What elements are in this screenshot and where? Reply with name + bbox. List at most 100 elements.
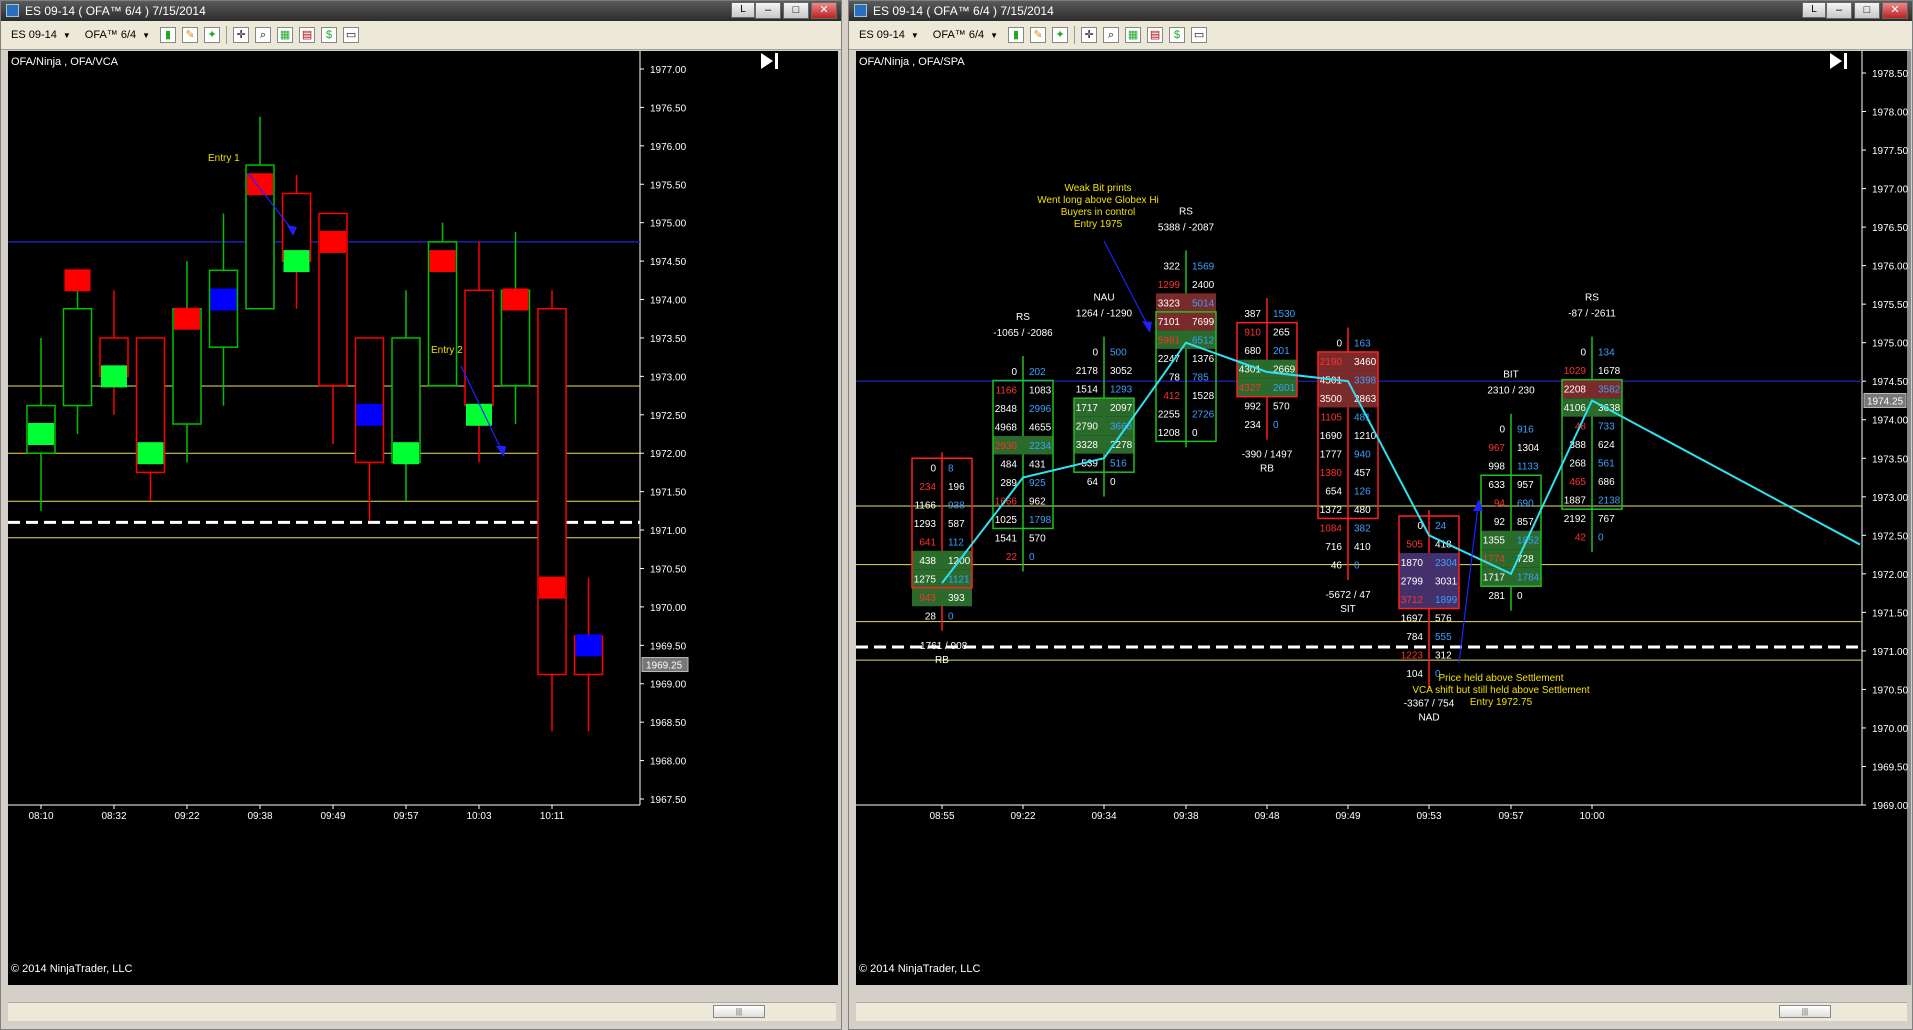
bar-type-icon[interactable]: ▮ <box>160 27 177 43</box>
ask-volume: 431 <box>1029 459 1046 470</box>
right-chart-panel[interactable]: 1978.50 1978.00 1977.50 1977.00 1976.50 1976.… <box>856 51 1911 985</box>
ask-volume: 0 <box>1354 560 1360 571</box>
time-tick-label: 10:11 <box>540 811 565 822</box>
price-tick-label: 1968.50 <box>650 718 687 729</box>
close-icon[interactable]: ✕ <box>811 2 837 19</box>
current-price-label: 1969.25 <box>646 661 683 672</box>
price-tick-label: 1978.00 <box>1872 108 1909 119</box>
draw-tools-icon[interactable]: ✦ <box>1052 27 1069 43</box>
bid-volume: 654 <box>1325 486 1342 497</box>
ask-volume: 555 <box>1435 632 1452 643</box>
strategies-icon[interactable]: ▤ <box>1147 27 1164 43</box>
bar-signal-label: RB <box>935 655 949 666</box>
maximize-icon[interactable]: □ <box>1854 2 1880 19</box>
data-box-icon[interactable]: ▭ <box>1191 27 1208 43</box>
ask-volume: 0 <box>1598 533 1604 544</box>
strategies-icon[interactable]: ▤ <box>299 27 316 43</box>
bid-volume: 2930 <box>995 441 1018 452</box>
properties-icon[interactable]: $ <box>321 27 338 43</box>
bar-delta-label: -1761 / 908 <box>917 641 968 652</box>
ask-volume: 3031 <box>1435 577 1458 588</box>
scrollbar-thumb[interactable]: ||| <box>713 1005 765 1018</box>
bid-volume: 2790 <box>1076 422 1099 433</box>
price-tick-label: 1972.50 <box>650 411 687 422</box>
draw-tools-icon[interactable]: ✦ <box>204 27 221 43</box>
left-price-chart: 1977.00 1976.50 1976.00 1975.50 1975.00 1974.… <box>8 51 689 822</box>
ask-volume: 1376 <box>1192 354 1215 365</box>
link-button[interactable]: L <box>1802 2 1826 18</box>
ask-volume: 733 <box>1598 422 1615 433</box>
price-tick-label: 1970.50 <box>1872 685 1909 696</box>
ask-volume: 686 <box>1598 477 1615 488</box>
minimize-icon[interactable]: – <box>1826 2 1852 19</box>
ask-volume: 1121 <box>948 574 970 585</box>
candle-body <box>537 307 567 676</box>
properties-icon[interactable]: $ <box>1169 27 1186 43</box>
ask-volume: 112 <box>948 537 964 548</box>
price-tick-label: 1969.00 <box>650 680 687 691</box>
ask-volume: 7699 <box>1192 317 1215 328</box>
link-button[interactable]: L <box>731 2 755 18</box>
vca-marker <box>502 288 529 311</box>
bar-signal-label: SIT <box>1340 604 1356 615</box>
ask-volume: 5014 <box>1192 298 1215 309</box>
ask-volume: 3460 <box>1354 357 1377 368</box>
bar-type-icon[interactable]: ▮ <box>1008 27 1025 43</box>
ask-volume: 8 <box>948 463 954 474</box>
ask-volume: 2304 <box>1435 558 1458 569</box>
vca-marker <box>101 365 127 388</box>
scroll-to-end-icon[interactable] <box>759 51 781 71</box>
ask-volume: 0 <box>948 611 954 622</box>
price-tick-label: 1971.00 <box>650 526 687 537</box>
maximize-icon[interactable]: □ <box>783 2 809 19</box>
bid-volume: 5981 <box>1158 335 1181 346</box>
bid-volume: 1166 <box>995 385 1017 396</box>
instrument-selector[interactable]: ES 09-14 ▼ <box>855 26 923 44</box>
ask-volume: 0 <box>1192 428 1198 439</box>
bid-volume: 7101 <box>1158 317 1181 328</box>
bar-delta-label: 5388 / -2087 <box>1158 222 1215 233</box>
right-horizontal-scrollbar[interactable]: ||| <box>856 1002 1907 1021</box>
crosshair-icon[interactable]: ✛ <box>233 27 250 43</box>
ask-volume: 201 <box>1273 346 1290 357</box>
ask-volume: 0 <box>1517 591 1523 602</box>
right-title-bar[interactable]: ES 09-14 ( OFA™ 6/4 ) 7/15/2014 L – □ ✕ <box>849 1 1912 21</box>
bar-signal-label: NAU <box>1093 293 1114 304</box>
settlement-note: VCA shift but still held above Settlemen… <box>1412 685 1590 696</box>
time-tick-label: 08:55 <box>929 811 954 822</box>
vca-marker <box>539 576 565 599</box>
data-box-icon[interactable]: ▭ <box>343 27 360 43</box>
ask-volume: 2726 <box>1192 409 1215 420</box>
indicators-icon[interactable]: ▦ <box>277 27 294 43</box>
left-chart-panel[interactable]: 1977.00 1976.50 1976.00 1975.50 1975.00 1974.… <box>8 51 838 985</box>
chevron-down-icon: ▼ <box>142 31 151 40</box>
close-icon[interactable]: ✕ <box>1882 2 1908 19</box>
instrument-selector[interactable]: ES 09-14 ▼ <box>7 26 75 44</box>
scrollbar-thumb[interactable]: ||| <box>1779 1005 1831 1018</box>
left-horizontal-scrollbar[interactable]: ||| <box>8 1002 836 1021</box>
zoom-icon[interactable]: ⌕ <box>1103 27 1120 43</box>
left-chart-window: ES 09-14 ( OFA™ 6/4 ) 7/15/2014 L – □ ✕ … <box>0 0 842 1030</box>
indicators-icon[interactable]: ▦ <box>1125 27 1142 43</box>
ask-volume: 2234 <box>1029 441 1052 452</box>
candle-body <box>464 289 494 407</box>
period-selector[interactable]: OFA™ 6/4 ▼ <box>929 26 1002 44</box>
crosshair-icon[interactable]: ✛ <box>1081 27 1098 43</box>
left-title-bar[interactable]: ES 09-14 ( OFA™ 6/4 ) 7/15/2014 L – □ ✕ <box>1 1 841 21</box>
ask-volume: 4655 <box>1029 422 1052 433</box>
period-selector[interactable]: OFA™ 6/4 ▼ <box>81 26 154 44</box>
weak-bit-note: Went long above Globex Hi <box>1037 195 1159 206</box>
ask-volume: 938 <box>948 500 965 511</box>
scroll-to-end-icon[interactable] <box>1828 51 1850 71</box>
ask-volume: 690 <box>1517 499 1534 510</box>
drawing-pencil-icon[interactable]: ✎ <box>1030 27 1047 43</box>
bid-volume: 438 <box>919 556 936 567</box>
minimize-icon[interactable]: – <box>755 2 781 19</box>
bid-volume: 0 <box>1336 338 1342 349</box>
vca-marker <box>64 269 91 292</box>
entry-2-annotation: Entry 2 <box>431 345 463 356</box>
ask-volume: 6512 <box>1192 335 1215 346</box>
drawing-pencil-icon[interactable]: ✎ <box>182 27 199 43</box>
zoom-icon[interactable]: ⌕ <box>255 27 272 43</box>
price-tick-label: 1970.50 <box>650 564 687 575</box>
